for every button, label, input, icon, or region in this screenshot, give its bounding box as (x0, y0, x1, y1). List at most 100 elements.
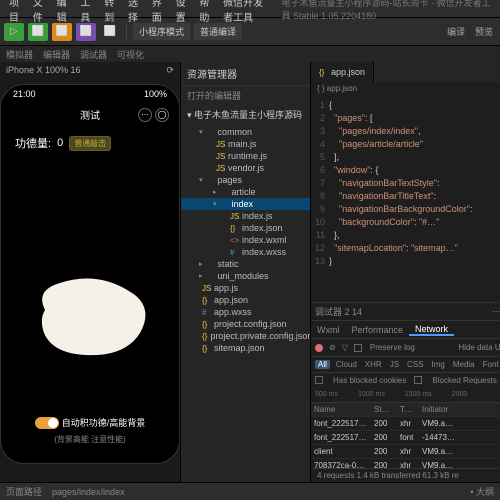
tree-item[interactable]: JSruntime.js (181, 150, 310, 162)
auto-label: 自动积功德/高能背景 (62, 416, 146, 429)
stop-button[interactable]: ⬜ (28, 23, 48, 41)
filter-xhr[interactable]: XHR (363, 360, 384, 369)
status-bar: 页面路径 pages/index/index • 大纲 (0, 482, 500, 500)
network-row[interactable]: font_2225171_…200xhrVM9.as… (311, 417, 500, 431)
menu-project[interactable]: 项目 (4, 0, 28, 24)
tree-item[interactable]: {}index.json (181, 222, 310, 234)
filter-js[interactable]: JS (388, 360, 401, 369)
open-editors-label[interactable]: 打开的编辑器 (181, 86, 310, 105)
tree-item[interactable]: {}sitemap.json (181, 342, 310, 354)
devtools-panel: 调试器 2 14 ⋯ Wxml Performance Network ⊘ ▽ … (311, 302, 500, 482)
window-title: 电子木鱼流量主小程序源码-站长周卡 - 微信开发者工具 Stable 1.05.… (277, 0, 496, 22)
record-icon[interactable] (315, 344, 323, 352)
gongde-label: 功德量: (15, 135, 51, 151)
filter-cloud[interactable]: Cloud (334, 360, 359, 369)
editor-tab[interactable]: {} app.json (311, 62, 374, 82)
tree-item[interactable]: JSindex.js (181, 210, 310, 222)
device-selector[interactable]: iPhone X 100% 16 (6, 65, 81, 75)
preview-btn[interactable]: 预览 (472, 25, 496, 38)
tree-item[interactable]: <>index.wxml (181, 234, 310, 246)
tab-network[interactable]: Network (409, 324, 454, 336)
phone-simulator[interactable]: 21:00 100% 测试 ⋯ ◯ 功德量: 0 普通敲击 (0, 84, 180, 464)
tab-performance[interactable]: Performance (346, 325, 410, 335)
capsule-menu-icon[interactable]: ⋯ (138, 108, 152, 122)
tree-item[interactable]: ▸ uni_modules (181, 270, 310, 282)
sub-toolbar: 模拟器 编辑器 调试器 可视化 (0, 46, 500, 62)
dt-more-icon[interactable]: ⋯ (492, 306, 500, 317)
compile-btn[interactable]: 编译 (444, 25, 468, 38)
network-row[interactable]: 708372ca-04c…200xhrVM9.as… (311, 459, 500, 468)
editor-panel: {} app.json { } app.json 1{2 "pages": [3… (310, 62, 500, 482)
clear-icon[interactable]: ⊘ (329, 343, 336, 352)
project-root[interactable]: ▾ 电子木鱼流量主小程序源码 (181, 105, 310, 124)
filter-img[interactable]: Img (429, 360, 446, 369)
tab-wxml[interactable]: Wxml (311, 325, 346, 335)
filter-font[interactable]: Font (481, 360, 500, 369)
explorer-panel: 资源管理器 打开的编辑器 ▾ 电子木鱼流量主小程序源码 ▾ commonJSma… (180, 62, 310, 482)
compile-dropdown[interactable]: 普通编译 (194, 23, 242, 40)
footer-label: 页面路径 (6, 485, 42, 498)
page-title: 测试 (80, 107, 100, 122)
tree-item[interactable]: {}project.config.json (181, 318, 310, 330)
menu-bar: 项目 文件 编辑 工具 转到 选择 界面 设置 帮助 微信开发者工具 电子木鱼流… (0, 0, 500, 18)
run-button[interactable]: ▷ (4, 23, 24, 41)
simulator-button[interactable]: ⬜ (52, 23, 72, 41)
sub-debugger[interactable]: 调试器 (80, 48, 107, 61)
tree-item[interactable]: ▸ static (181, 258, 310, 270)
debugger-button[interactable]: ⬜ (100, 23, 120, 41)
network-row[interactable]: client200xhrVM9.as… (311, 445, 500, 459)
tree-item[interactable]: ▾ common (181, 126, 310, 138)
sub-simulator[interactable]: 模拟器 (6, 48, 33, 61)
tree-item[interactable]: {}app.json (181, 294, 310, 306)
mode-dropdown[interactable]: 小程序模式 (133, 23, 190, 40)
menu-file[interactable]: 文件 (28, 0, 52, 24)
network-status: 4 requests 1.4 kB transferred 61.3 kB re (311, 468, 500, 482)
footer-path[interactable]: pages/index/index (52, 487, 125, 497)
network-table[interactable]: NameStatusTypeInitiatorfont_2225171_…200… (311, 403, 500, 468)
footer-outline[interactable]: • 大纲 (470, 485, 494, 498)
preserve-check[interactable] (354, 344, 362, 352)
code-editor[interactable]: 1{2 "pages": [3 "pages/index/index",4 "p… (311, 95, 500, 302)
simulator-panel: iPhone X 100% 16 ⟳ 21:00 100% 测试 ⋯ ◯ 功德量… (0, 62, 180, 482)
breadcrumb[interactable]: { } app.json (311, 82, 500, 95)
filter-all[interactable]: All (315, 360, 330, 369)
mode-badge[interactable]: 普通敲击 (69, 136, 111, 151)
menu-view[interactable]: 界面 (147, 0, 171, 24)
status-battery: 100% (144, 89, 167, 99)
menu-edit[interactable]: 编辑 (52, 0, 76, 24)
wooden-fish-icon[interactable] (25, 265, 155, 365)
hint-text: (背景高能 注意性能) (1, 434, 179, 445)
network-row[interactable]: font_2225171_…200font-14473… (311, 431, 500, 445)
tree-item[interactable]: JSvendor.js (181, 162, 310, 174)
tree-item[interactable]: #app.wxss (181, 306, 310, 318)
sub-visual[interactable]: 可视化 (117, 48, 144, 61)
filter-css[interactable]: CSS (405, 360, 425, 369)
filter-media[interactable]: Media (451, 360, 477, 369)
menu-setting[interactable]: 设置 (171, 0, 195, 24)
blocked-cookies-check[interactable] (315, 376, 323, 384)
hide-data[interactable]: Hide data U (458, 343, 500, 352)
menu-tool[interactable]: 工具 (75, 0, 99, 24)
menu-select[interactable]: 选择 (123, 0, 147, 24)
tree-item[interactable]: JSmain.js (181, 138, 310, 150)
tree-item[interactable]: ▸ article (181, 186, 310, 198)
menu-goto[interactable]: 转到 (99, 0, 123, 24)
capsule-close-icon[interactable]: ◯ (155, 108, 169, 122)
tree-item[interactable]: ▾ index (181, 198, 310, 210)
auto-toggle[interactable] (35, 417, 59, 429)
explorer-title: 资源管理器 (181, 62, 310, 86)
tree-item[interactable]: ▾ pages (181, 174, 310, 186)
refresh-icon[interactable]: ⟳ (166, 65, 174, 76)
sub-editor[interactable]: 编辑器 (43, 48, 70, 61)
tree-item[interactable]: #index.wxss (181, 246, 310, 258)
filter-icon[interactable]: ▽ (342, 343, 348, 352)
tree-item[interactable]: {}project.private.config.json (181, 330, 310, 342)
status-time: 21:00 (13, 89, 36, 99)
json-icon: {} (319, 68, 328, 77)
file-tree: ▾ commonJSmain.jsJSruntime.jsJSvendor.js… (181, 124, 310, 482)
blocked-req-check[interactable] (414, 376, 422, 384)
tree-item[interactable]: JSapp.js (181, 282, 310, 294)
menu-wxdev[interactable]: 微信开发者工具 (218, 0, 276, 24)
menu-help[interactable]: 帮助 (194, 0, 218, 24)
editor-button[interactable]: ⬜ (76, 23, 96, 41)
